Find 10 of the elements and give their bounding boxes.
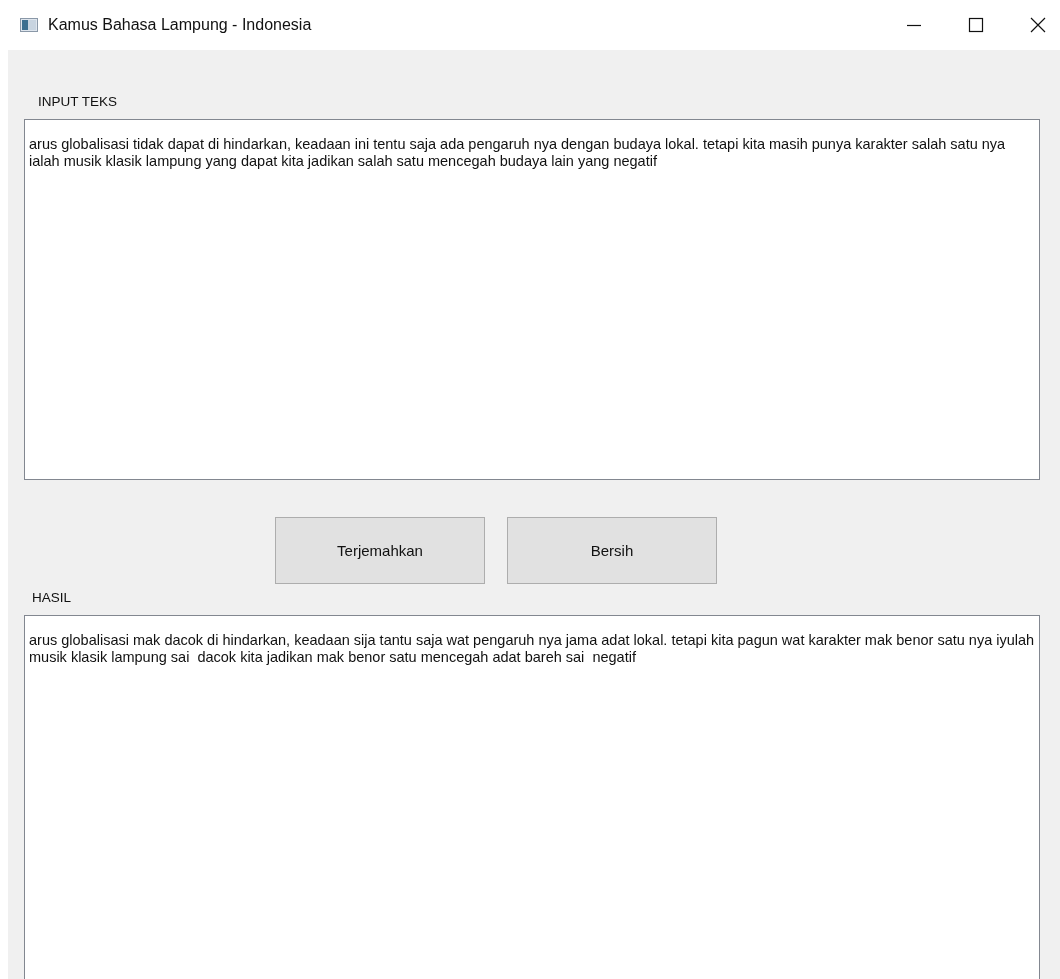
clear-button[interactable]: Bersih: [507, 517, 717, 584]
input-label: INPUT TEKS: [38, 94, 119, 109]
output-label: HASIL: [32, 590, 73, 605]
close-icon[interactable]: [1030, 17, 1046, 33]
input-field[interactable]: arus globalisasi tidak dapat di hindarkan, keadaan ini tentu saja ada pengaruh nya dengan budaya lokal. tetapi kita masih punya karakter salah satu nya ialah musik klasik lampung yang dapat kita jadikan salah satu mencegah budaya lain yang negatif: [24, 119, 1040, 480]
window-title: Kamus Bahasa Lampung - Indonesia: [48, 16, 312, 34]
output-field[interactable]: arus globalisasi mak dacok di hindarkan, keadaan sija tantu saja wat pengaruh nya jama adat lokal. tetapi kita pagun wat karakter mak benor satu nya iyulah musik klasik lampung sai dacok kita jadikan mak benor satu mencegah adat bareh sai negatif: [24, 615, 1040, 979]
translate-button[interactable]: Terjemahkan: [275, 517, 485, 584]
app-icon: [20, 18, 38, 32]
maximize-icon[interactable]: [968, 17, 984, 33]
